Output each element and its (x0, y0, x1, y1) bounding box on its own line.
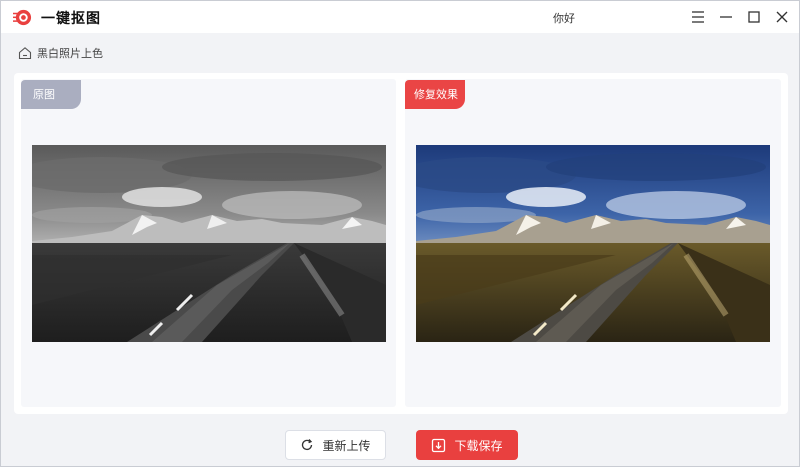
menu-icon[interactable] (689, 8, 707, 26)
reupload-button[interactable]: 重新上传 (285, 430, 386, 460)
download-icon (432, 438, 446, 452)
minimize-icon[interactable] (717, 8, 735, 26)
app-logo-icon (13, 9, 32, 26)
result-image (416, 145, 770, 342)
app-window: 一键抠图 你好 黑白照片上色 原图 修复效果 重新上传 下载保存 (0, 0, 800, 467)
download-label: 下载保存 (454, 438, 503, 453)
download-button[interactable]: 下载保存 (416, 430, 518, 460)
refresh-icon (302, 439, 313, 451)
title-bar: 一键抠图 你好 (1, 1, 799, 33)
original-image (32, 145, 386, 342)
user-name[interactable]: 你好 (553, 10, 575, 26)
reupload-label: 重新上传 (322, 438, 371, 453)
close-icon[interactable] (773, 8, 791, 26)
app-title: 一键抠图 (41, 11, 101, 27)
breadcrumb-label: 黑白照片上色 (37, 47, 103, 60)
original-tag: 原图 (21, 80, 81, 109)
maximize-icon[interactable] (745, 8, 763, 26)
result-tag: 修复效果 (405, 80, 465, 109)
home-icon (18, 47, 32, 60)
breadcrumb[interactable]: 黑白照片上色 (18, 45, 103, 61)
